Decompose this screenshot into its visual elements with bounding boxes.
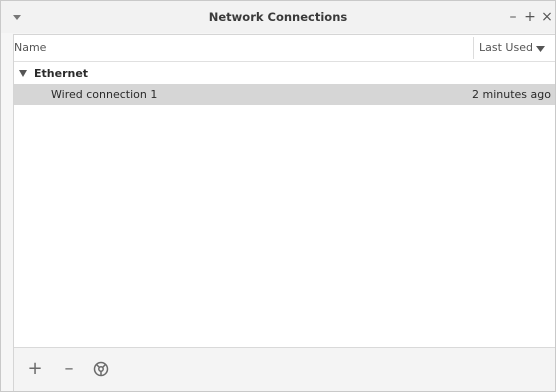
network-connections-window: Network Connections – + × Name Last Used… (0, 0, 556, 392)
group-label: Ethernet (34, 67, 89, 80)
close-button[interactable]: × (539, 8, 555, 26)
minimize-button[interactable]: – (505, 8, 521, 26)
column-separator[interactable] (473, 37, 474, 59)
bottom-toolbar: + – (14, 347, 555, 391)
column-header: Name Last Used (14, 35, 555, 62)
gear-icon[interactable] (92, 360, 110, 378)
sort-descending-icon (536, 46, 545, 52)
column-last-used-header[interactable]: Last Used (479, 41, 533, 54)
connection-last-used: 2 minutes ago (472, 88, 551, 101)
connection-name: Wired connection 1 (51, 88, 158, 101)
window-title: Network Connections (208, 10, 348, 24)
group-row-ethernet[interactable]: Ethernet (14, 65, 555, 83)
add-connection-button[interactable]: + (24, 358, 46, 380)
remove-connection-button[interactable]: – (58, 358, 80, 380)
table-row[interactable]: Wired connection 1 2 minutes ago (14, 84, 555, 105)
maximize-button[interactable]: + (522, 8, 538, 26)
column-name-header[interactable]: Name (14, 41, 46, 54)
expander-open-icon[interactable] (19, 70, 27, 77)
titlebar[interactable]: Network Connections – + × (1, 1, 555, 33)
connections-list: Name Last Used Ethernet Wired connection… (13, 34, 555, 391)
